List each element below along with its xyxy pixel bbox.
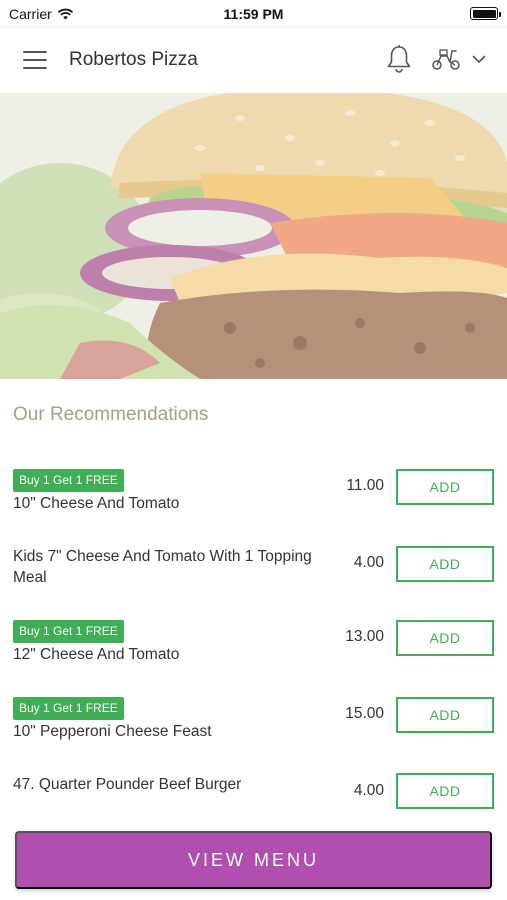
item-price: 15.00 — [345, 705, 384, 722]
scooter-icon[interactable] — [431, 47, 461, 71]
promo-badge: Buy 1 Get 1 FREE — [13, 620, 124, 643]
recommendations-title: Our Recommendations — [13, 404, 209, 425]
item-price: 4.00 — [353, 782, 384, 799]
item-name: Kids 7" Cheese And Tomato With 1 Topping… — [13, 548, 312, 586]
app-header: Robertos Pizza — [0, 26, 507, 93]
item-name: 10" Pepperoni Cheese Feast — [13, 723, 212, 740]
add-button[interactable]: ADD — [396, 469, 494, 505]
chevron-down-icon[interactable] — [472, 55, 486, 64]
item-name: 47. Quarter Pounder Beef Burger — [13, 776, 242, 793]
promo-badge: Buy 1 Get 1 FREE — [13, 697, 124, 720]
item-name: 10" Cheese And Tomato — [13, 495, 180, 512]
item-price: 4.00 — [353, 554, 384, 571]
battery-icon — [470, 7, 501, 20]
status-bar: Carrier 11:59 PM — [0, 0, 507, 26]
status-time: 11:59 PM — [223, 6, 284, 22]
bell-icon[interactable] — [385, 44, 413, 74]
hamburger-icon[interactable] — [23, 51, 47, 69]
add-button[interactable]: ADD — [396, 773, 494, 809]
item-price: 11.00 — [346, 477, 384, 494]
item-price: 13.00 — [345, 628, 384, 645]
add-button[interactable]: ADD — [396, 697, 494, 733]
page-title: Robertos Pizza — [69, 49, 198, 70]
view-menu-button[interactable]: VIEW MENU — [15, 831, 492, 889]
item-name: 12" Cheese And Tomato — [13, 646, 180, 663]
promo-badge: Buy 1 Get 1 FREE — [13, 469, 124, 492]
add-button[interactable]: ADD — [396, 620, 494, 656]
add-button[interactable]: ADD — [396, 546, 494, 582]
hero-image — [0, 93, 507, 379]
